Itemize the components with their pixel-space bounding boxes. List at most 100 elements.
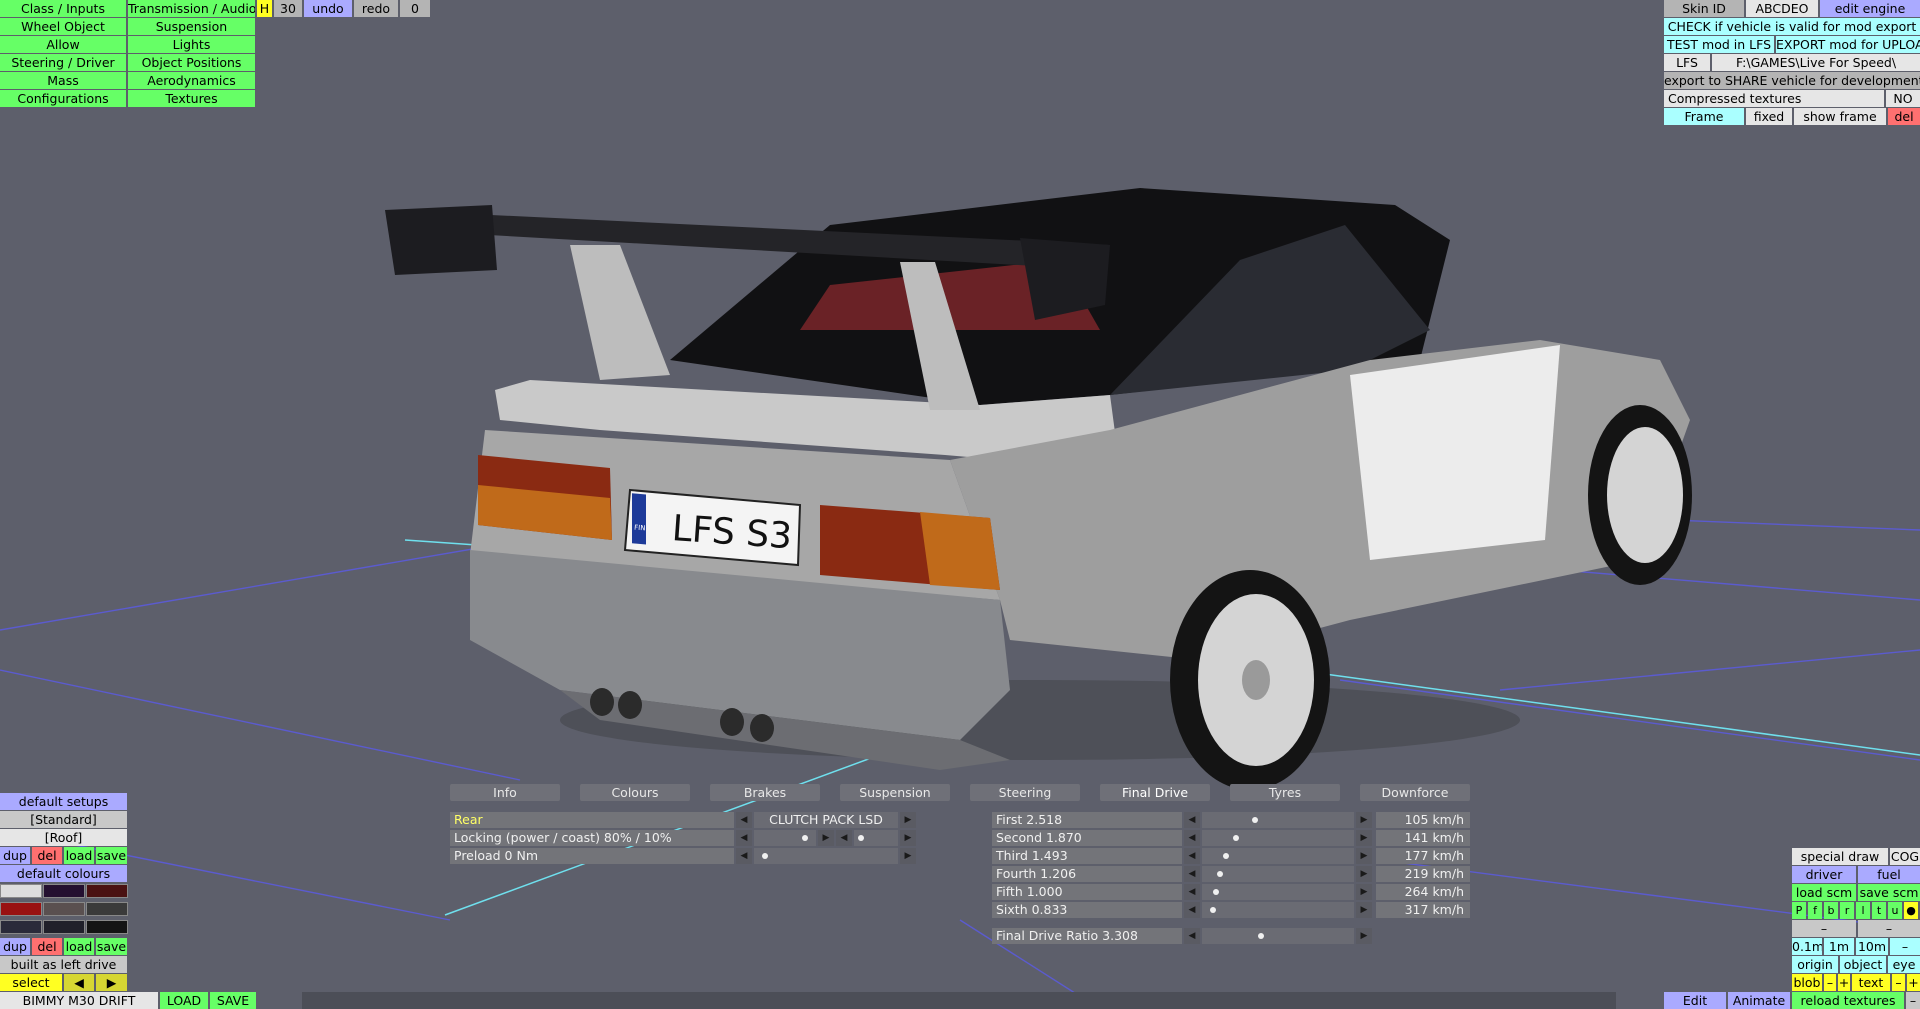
menu-allow[interactable]: Allow — [0, 36, 126, 53]
eye-button[interactable]: eye — [1888, 956, 1920, 973]
colour-del-button[interactable]: del — [32, 938, 62, 955]
fixed-button[interactable]: fixed — [1746, 108, 1792, 125]
text-minus[interactable]: – — [1892, 974, 1905, 991]
menu-textures[interactable]: Textures — [128, 90, 255, 107]
final-drive-slider[interactable] — [1202, 928, 1354, 944]
locking-coast-right-arrow[interactable]: ▶ — [900, 830, 916, 846]
driver-button[interactable]: driver — [1792, 866, 1856, 883]
scale-minus[interactable]: – — [1890, 938, 1920, 955]
compressed-textures-toggle[interactable]: NO — [1886, 90, 1920, 107]
setup-roof[interactable]: [Roof] — [0, 829, 127, 846]
select-button[interactable]: select — [0, 974, 62, 991]
setup-load-button[interactable]: load — [64, 847, 94, 864]
built-as-left-drive[interactable]: built as left drive — [0, 956, 127, 973]
reload-minus[interactable]: – — [1906, 992, 1920, 1009]
preload-slider[interactable] — [754, 848, 898, 864]
gear-slider[interactable] — [1202, 884, 1354, 900]
colour-swatch[interactable] — [0, 902, 42, 916]
tab-colours[interactable]: Colours — [580, 784, 690, 801]
locking-coast-slider[interactable] — [854, 830, 898, 846]
preload-right-arrow[interactable]: ▶ — [900, 848, 916, 864]
gear-slider-knob[interactable] — [1252, 817, 1259, 823]
view-toggle-b[interactable]: b — [1824, 902, 1838, 919]
menu-lights[interactable]: Lights — [128, 36, 255, 53]
colour-swatch[interactable] — [86, 902, 128, 916]
gear-slider-knob[interactable] — [1217, 871, 1224, 877]
export-share-button[interactable]: export to SHARE vehicle for development — [1664, 72, 1920, 89]
blob-button[interactable]: blob — [1792, 974, 1822, 991]
menu-aerodynamics[interactable]: Aerodynamics — [128, 72, 255, 89]
menu-wheel-object[interactable]: Wheel Object — [0, 18, 126, 35]
skin-id-value[interactable]: ABCDEO — [1746, 0, 1818, 17]
gear-left-arrow[interactable]: ◀ — [1184, 884, 1200, 900]
final-drive-right-arrow[interactable]: ▶ — [1356, 928, 1372, 944]
select-prev-arrow[interactable]: ◀ — [64, 974, 94, 991]
default-setups-button[interactable]: default setups — [0, 793, 127, 810]
view-toggle-t[interactable]: t — [1872, 902, 1886, 919]
menu-mass[interactable]: Mass — [0, 72, 126, 89]
gear-right-arrow[interactable]: ▶ — [1356, 884, 1372, 900]
car-name-field[interactable]: BIMMY M30 DRIFT — [0, 992, 158, 1009]
colour-swatch[interactable] — [86, 920, 128, 934]
gear-right-arrow[interactable]: ▶ — [1356, 830, 1372, 846]
setup-save-button[interactable]: save — [96, 847, 127, 864]
gear-right-arrow[interactable]: ▶ — [1356, 812, 1372, 828]
gear-left-arrow[interactable]: ◀ — [1184, 866, 1200, 882]
menu-object-positions[interactable]: Object Positions — [128, 54, 255, 71]
gear-left-arrow[interactable]: ◀ — [1184, 830, 1200, 846]
tab-tyres[interactable]: Tyres — [1230, 784, 1340, 801]
load-button[interactable]: LOAD — [160, 992, 208, 1009]
menu-class-inputs[interactable]: Class / Inputs — [0, 0, 126, 17]
export-mod-button[interactable]: EXPORT mod for UPLOAD — [1776, 36, 1920, 53]
value-30[interactable]: 30 — [274, 0, 302, 17]
view-toggle-l[interactable]: l — [1856, 902, 1870, 919]
tab-steering[interactable]: Steering — [970, 784, 1080, 801]
colour-swatch[interactable] — [0, 920, 42, 934]
locking-power-left-arrow[interactable]: ◀ — [736, 830, 752, 846]
frame-button[interactable]: Frame — [1664, 108, 1744, 125]
view-toggle-u[interactable]: u — [1888, 902, 1902, 919]
view-toggle-r[interactable]: r — [1840, 902, 1854, 919]
gear-slider[interactable] — [1202, 812, 1354, 828]
gear-slider[interactable] — [1202, 830, 1354, 846]
diff-next-arrow[interactable]: ▶ — [900, 812, 916, 828]
dash-button-1[interactable]: – — [1792, 920, 1856, 937]
menu-configurations[interactable]: Configurations — [0, 90, 126, 107]
edit-engine-button[interactable]: edit engine — [1820, 0, 1920, 17]
lfs-path-field[interactable]: F:\GAMES\Live For Speed\ — [1712, 54, 1920, 71]
cog-button[interactable]: COG — [1890, 848, 1920, 865]
redo-button[interactable]: redo — [354, 0, 398, 17]
tab-brakes[interactable]: Brakes — [710, 784, 820, 801]
gear-left-arrow[interactable]: ◀ — [1184, 902, 1200, 918]
menu-transmission-audio[interactable]: Transmission / Audio — [128, 0, 255, 17]
gear-slider[interactable] — [1202, 866, 1354, 882]
gear-left-arrow[interactable]: ◀ — [1184, 848, 1200, 864]
scale-10m[interactable]: 10m — [1856, 938, 1888, 955]
view-toggle-dot[interactable]: ● — [1904, 902, 1918, 919]
undo-button[interactable]: undo — [304, 0, 352, 17]
gear-slider[interactable] — [1202, 848, 1354, 864]
frame-del-button[interactable]: del — [1888, 108, 1920, 125]
tab-suspension[interactable]: Suspension — [840, 784, 950, 801]
colour-swatch[interactable] — [43, 902, 85, 916]
menu-suspension[interactable]: Suspension — [128, 18, 255, 35]
diff-prev-arrow[interactable]: ◀ — [736, 812, 752, 828]
gear-right-arrow[interactable]: ▶ — [1356, 866, 1372, 882]
gear-slider-knob[interactable] — [1222, 853, 1229, 859]
show-frame-button[interactable]: show frame — [1794, 108, 1886, 125]
colour-save-button[interactable]: save — [96, 938, 127, 955]
gear-slider-knob[interactable] — [1213, 889, 1219, 895]
gear-right-arrow[interactable]: ▶ — [1356, 902, 1372, 918]
setup-del-button[interactable]: del — [32, 847, 62, 864]
tab-final-drive[interactable]: Final Drive — [1100, 784, 1210, 801]
final-drive-left-arrow[interactable]: ◀ — [1184, 928, 1200, 944]
view-toggle-f[interactable]: f — [1808, 902, 1822, 919]
colour-swatch[interactable] — [0, 884, 42, 898]
special-draw-button[interactable]: special draw — [1792, 848, 1888, 865]
object-button[interactable]: object — [1840, 956, 1886, 973]
colour-swatch[interactable] — [43, 920, 85, 934]
blob-minus[interactable]: – — [1824, 974, 1836, 991]
text-button[interactable]: text — [1852, 974, 1890, 991]
preload-left-arrow[interactable]: ◀ — [736, 848, 752, 864]
blob-plus[interactable]: + — [1838, 974, 1850, 991]
